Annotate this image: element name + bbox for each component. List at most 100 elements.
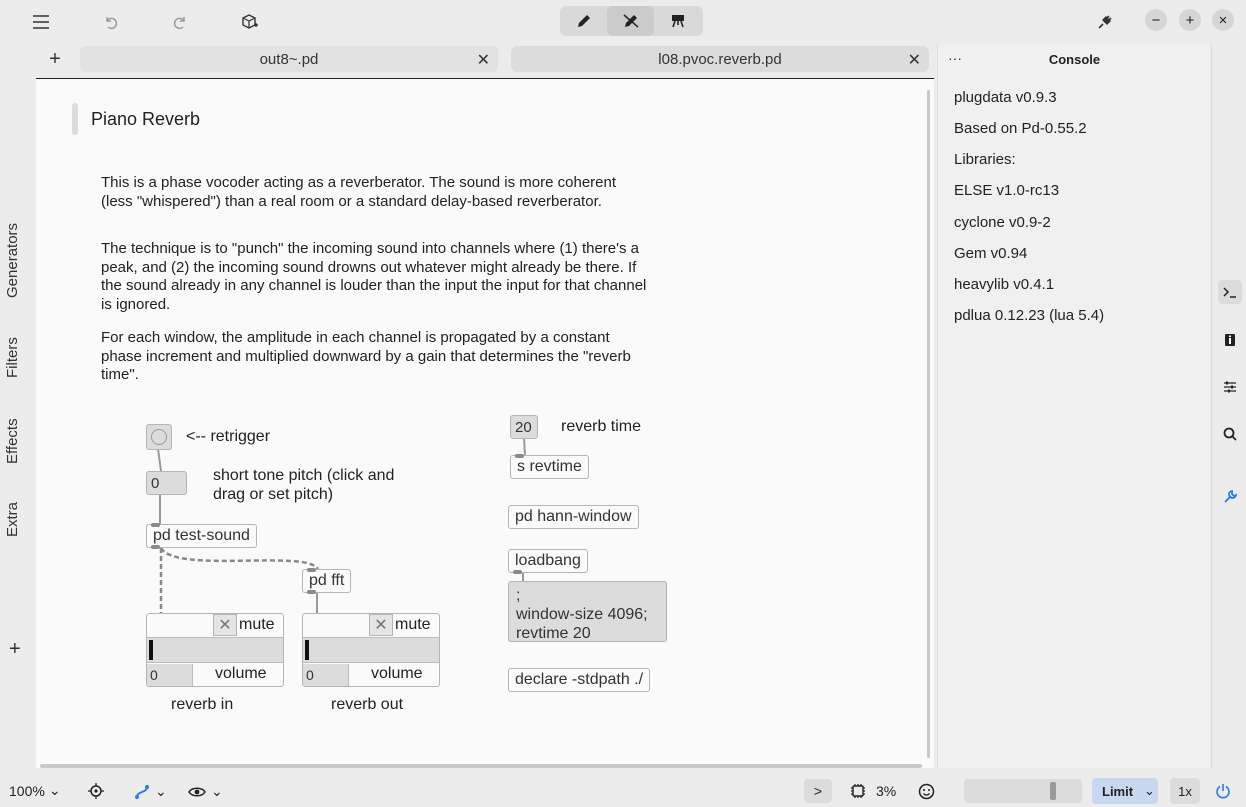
toolbar: − + × [0,0,1246,44]
reverb-in-gain[interactable]: ✕ mute 0 volume [146,613,284,687]
limiter-label: Limit [1102,783,1134,799]
limiter-button[interactable]: Limit ⌄ [1092,778,1158,804]
object-text: pd test-sound [153,527,250,544]
slider-knob[interactable] [149,640,153,660]
object-browser-sidebar: Generators Filters Effects Extra + [0,78,36,768]
reverb-out-label: reverb out [331,696,404,713]
volume-handle[interactable] [1050,782,1056,800]
object-text: loadbang [515,552,581,569]
horizontal-scrollbar[interactable] [40,764,922,768]
chevron-down-icon: ⌄ [155,783,167,799]
pitch-number-box[interactable]: 0 [146,471,187,495]
visibility-icon[interactable]: ⌄ [188,783,223,800]
mute-toggle-icon[interactable]: ✕ [369,614,393,636]
search-icon[interactable] [1218,422,1242,446]
test-sound-object[interactable]: pd test-sound [146,523,257,549]
console-line: pdlua 0.12.23 (lua 5.4) [954,307,1105,324]
hann-window-object[interactable]: pd hann-window [508,505,639,529]
cpu-meter: 3% [850,783,896,799]
reverb-in-label: reverb in [171,696,234,713]
mute-label: mute [395,616,431,633]
master-volume-slider[interactable] [964,779,1082,803]
mode-switcher [560,6,703,36]
console-line: cyclone v0.9-2 [954,214,1051,231]
retrigger-label: <-- retrigger [186,428,271,445]
tab-label: out8~.pd [259,50,319,68]
undo-icon[interactable] [97,8,125,36]
loadbang-object[interactable]: loadbang [508,549,588,574]
sidebar-item-extra[interactable]: Extra [4,502,21,537]
menu-icon[interactable] [27,8,55,36]
tab-label: l08.pvoc.reverb.pd [658,50,782,68]
chevron-down-icon[interactable]: ⌄ [1144,783,1155,799]
oversampling-button[interactable]: 1x [1170,778,1200,804]
reverb-time-number-box[interactable]: 20 [510,415,538,439]
sidebar-item-generators[interactable]: Generators [4,223,21,298]
volume-label: volume [371,665,423,682]
console-line: plugdata v0.9.3 [954,89,1057,106]
command-prompt-button[interactable]: > [804,779,832,803]
console-terminal-icon[interactable] [1218,280,1242,304]
mute-label: mute [239,616,275,633]
plugin-icon[interactable] [1091,8,1119,36]
console-line: Based on Pd-0.55.2 [954,120,1087,137]
add-category-button[interactable]: + [9,638,21,661]
send-revtime-object[interactable]: s revtime [510,454,589,479]
pitch-label: short tone pitch (click and drag or set … [213,467,395,503]
mute-toggle-icon[interactable]: ✕ [213,614,237,636]
dsp-power-icon[interactable] [1215,783,1231,799]
presentation-mode-icon[interactable] [654,6,701,36]
retrigger-bang[interactable] [146,424,172,450]
console-line: heavylib v0.4.1 [954,276,1055,293]
init-message-box[interactable]: ; window-size 4096; revtime 20 [508,581,667,642]
chevron-down-icon: ⌄ [211,783,223,799]
reverb-out-gain[interactable]: ✕ mute 0 volume [302,613,440,687]
object-text: pd fft [309,572,345,589]
slider-knob[interactable] [305,640,309,660]
console-line: ELSE v1.0-rc13 [954,182,1060,199]
console-line: Libraries: [954,151,1016,168]
patch-canvas[interactable]: Piano Reverb This is a phase vocoder act… [36,78,934,768]
documentation-icon[interactable] [1218,328,1242,352]
volume-value[interactable]: 0 [147,664,193,686]
new-tab-button[interactable]: + [44,47,66,71]
fft-object[interactable]: pd fft [302,568,352,594]
reverb-time-label: reverb time [561,418,642,435]
console-title: Console [1048,51,1101,67]
smiley-icon[interactable] [918,783,935,800]
volume-slider[interactable] [303,637,439,663]
console-line: Gem v0.94 [954,245,1028,262]
declare-object[interactable]: declare -stdpath ./ [508,668,651,692]
add-object-icon[interactable] [236,8,264,36]
crosshair-icon[interactable] [88,783,104,799]
sidebar-item-effects[interactable]: Effects [4,418,21,464]
volume-slider[interactable] [147,637,283,663]
console-panel: ··· Console plugdata v0.9.3 Based on Pd-… [937,44,1210,768]
close-window-button[interactable]: × [1212,9,1234,31]
vertical-scrollbar[interactable] [927,90,930,758]
bang-circle [151,429,167,445]
sidebar-item-filters[interactable]: Filters [4,337,21,378]
redo-icon[interactable] [166,8,194,36]
close-tab-icon[interactable]: ✕ [908,50,921,70]
cpu-usage: 3% [876,783,897,799]
edit-mode-pencil-icon[interactable] [560,6,607,36]
minimize-window-button[interactable]: − [1145,9,1167,31]
connection-style-icon[interactable]: ⌄ [134,783,167,800]
run-mode-pencil-off-icon[interactable] [607,6,654,36]
tab-out8[interactable]: out8~.pd ✕ [80,46,498,72]
zoom-level: 100% [9,782,45,799]
zoom-selector[interactable]: 100% ⌄ [9,782,61,799]
tab-pvoc-reverb[interactable]: l08.pvoc.reverb.pd ✕ [511,46,929,72]
volume-label: volume [215,665,267,682]
cpu-chip-icon [851,784,865,798]
close-tab-icon[interactable]: ✕ [477,50,490,70]
chevron-down-icon: ⌄ [48,782,61,798]
object-text: s revtime [517,458,582,475]
object-text: pd hann-window [515,508,632,525]
right-panel-bar [1211,44,1246,768]
volume-value[interactable]: 0 [303,664,349,686]
wrench-icon[interactable] [1218,485,1242,509]
inspector-sliders-icon[interactable] [1218,375,1242,399]
maximize-window-button[interactable]: + [1179,9,1201,31]
